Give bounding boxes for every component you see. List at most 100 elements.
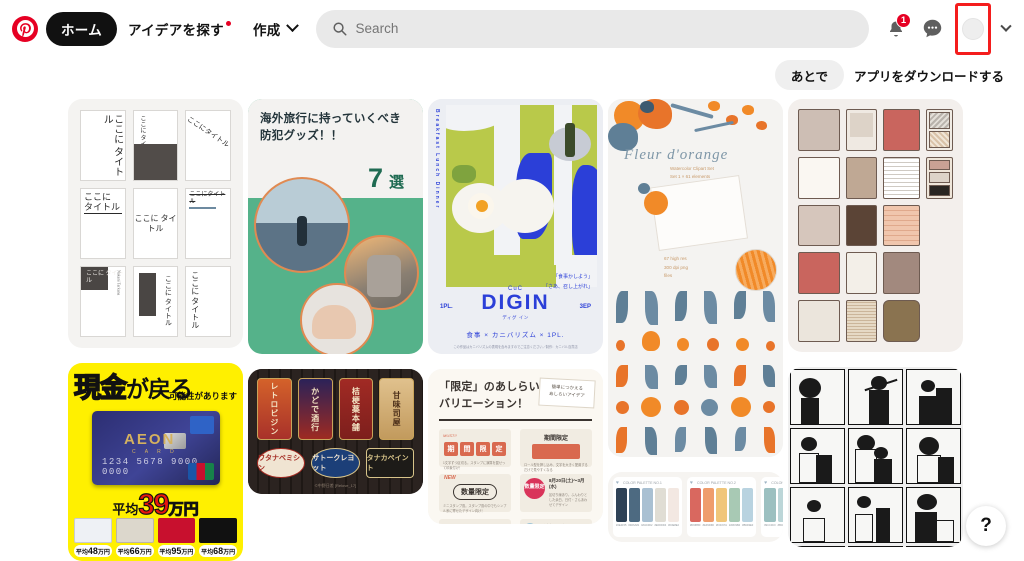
account-avatar-highlight[interactable]: [955, 2, 991, 55]
digin-poster-image: Breakfast Lunch Dinner 「食事かしよう」 「さあ、召し上が…: [428, 99, 603, 354]
manga-panel: [906, 428, 961, 484]
pin-card-paper-notes[interactable]: [788, 99, 963, 352]
limited-item: 期間限定 ロール型を押し込み、文字を大きく配置するだけで見やすくなる: [520, 428, 592, 472]
retro-label: 甘味司屋: [379, 378, 414, 440]
pin-masonry-grid: ここに タイトル ここに タイトル ここにタイトル ここに タイトル ここに タ…: [0, 99, 1024, 561]
travel-count-unit: 選: [388, 174, 405, 191]
nav-create-button[interactable]: 作成: [242, 12, 308, 46]
travel-count-number: 7: [367, 163, 384, 193]
pin-column-4: Fleur d'orange Watercolor Clipart Set Se…: [608, 99, 783, 557]
digin-tagline: 食事 × カニバリズム × 1PL.: [466, 332, 565, 340]
nav-explore-button[interactable]: アイデアを探す: [117, 12, 242, 46]
limited-item: NEW 数量限定 ミニスタンプ風。スタンプ風の中でもシンプル系に寄せたデザイン向…: [439, 473, 511, 513]
retro-oval-label: ワタナベミシン: [257, 448, 306, 478]
retro-label: レトロビジン: [257, 378, 292, 440]
aeon-headline-red: 現金: [73, 372, 128, 404]
aeon-headline: 現金が戻る 可能性があります: [68, 363, 243, 409]
avatar[interactable]: [962, 17, 984, 40]
fleur-subtitle: Watercolor Clipart Set Set 1 × 61 elemen…: [670, 165, 714, 180]
search-input[interactable]: [355, 21, 853, 36]
aeon-card-brand: AEON: [124, 431, 176, 448]
fleur-envelope-mockup: [649, 175, 749, 251]
fleur-color-swatch: [735, 249, 777, 291]
template-title-text: ここに タイトル: [190, 271, 200, 329]
palette-code: #A9C0D2: [641, 524, 653, 527]
mini-card-item: 平均66万円: [115, 518, 154, 557]
mini-card-unit: 万円: [181, 550, 194, 556]
help-icon: ?: [980, 515, 992, 536]
help-button[interactable]: ?: [966, 506, 1006, 546]
mini-card-unit: 万円: [139, 550, 152, 556]
pin-card-retro-labels[interactable]: レトロビジン かどで酒行 桔梗薬本舗 甘味司屋 ワタナベミシン サトークレヨット: [248, 369, 423, 494]
pin-card-manga-panels[interactable]: [788, 367, 963, 547]
travel-security-image: 海外旅行に持っていくべき 防犯グッズ！！ 7選: [248, 99, 423, 354]
aeon-average-unit: 万円: [168, 501, 199, 519]
aeon-card-word: C A R D: [132, 449, 178, 455]
limited-item: GREAT! 季節限定 季節感ある色づかいにして: [439, 518, 511, 524]
fleur-meta-line2: 300 dpi png: [664, 264, 689, 270]
palette-code: #2E4155: [616, 524, 627, 527]
palette-code: #9CC0C0: [764, 524, 776, 527]
pin-column-1: ここに タイトル ここに タイトル ここにタイトル ここに タイトル ここに タ…: [68, 99, 243, 561]
limited-date: 8月20日(土)〜3月(水): [549, 477, 585, 489]
manga-panel: [790, 369, 845, 425]
template-title-text: ここに タイトル: [84, 192, 122, 214]
fleur-title: Fleur d'orange: [624, 147, 729, 163]
notifications-button[interactable]: 1: [879, 12, 913, 46]
mini-card-prefix: 平均: [159, 550, 172, 556]
limited-item: 数量限定 8月20日(土)〜3月(水) 区切り線あり。ふんわりとした余白、日付・…: [520, 473, 592, 512]
account-chevron-down-icon[interactable]: [1000, 20, 1012, 32]
manga-panel: [848, 369, 903, 425]
nav-create-label: 作成: [252, 22, 281, 38]
palette-code: #F0C67A: [716, 524, 728, 527]
manga-panel: [848, 546, 903, 547]
mini-card-item: 平均48万円: [74, 518, 112, 557]
top-navigation-bar: ホーム アイデアを探す 作成 1: [0, 0, 1024, 57]
download-app-link[interactable]: アプリをダウンロードする: [854, 66, 1008, 85]
travel-title-line1: 海外旅行に持っていくべき: [260, 113, 402, 125]
messages-button[interactable]: [915, 12, 949, 46]
pin-card-travel-security[interactable]: 海外旅行に持っていくべき 防犯グッズ！！ 7選: [248, 99, 423, 354]
travel-photo-keys: [300, 283, 374, 354]
jcb-logo-icon: [188, 463, 214, 480]
search-bar[interactable]: [315, 9, 869, 48]
pin-card-digin-poster[interactable]: Breakfast Lunch Dinner 「食事かしよう」 「さあ、召し上が…: [428, 99, 603, 354]
retro-label: かどで酒行: [297, 378, 333, 440]
manga-panel: [790, 428, 845, 484]
nav-home-button[interactable]: ホーム: [46, 11, 117, 46]
pin-card-aeon-cashback[interactable]: 現金が戻る 可能性があります AEON C A R D 1234 5678 90…: [68, 363, 243, 561]
limited-label: 数量限定: [453, 483, 497, 500]
palette-code: #A8C9B4: [729, 524, 741, 527]
retro-labels-image: レトロビジン かどで酒行 桔梗薬本舗 甘味司屋 ワタナベミシン サトークレヨット: [248, 369, 423, 494]
manga-panels-image: [788, 367, 963, 547]
mini-card-item: 平均68万円: [199, 518, 237, 557]
manga-panel: [848, 487, 903, 543]
template-title-text: ここにタイトル: [189, 192, 226, 205]
digin-brand-sub: ディグ イン: [502, 315, 529, 321]
digin-fine-print: この作品はカニバリズムの表現を含みますのでご注意ください／制作：カニバル百貨店: [453, 345, 578, 350]
aeon-credit-card: AEON C A R D 1234 5678 9000 0000: [92, 411, 220, 485]
pin-card-fleur-dorange[interactable]: Fleur d'orange Watercolor Clipart Set Se…: [608, 99, 783, 457]
pin-column-5: [788, 99, 963, 561]
travel-photo-mountain: [254, 177, 350, 273]
retro-oval-label: サトークレヨット: [311, 448, 360, 478]
pin-card-title-templates[interactable]: ここに タイトル ここに タイトル ここにタイトル ここに タイトル ここに タ…: [68, 99, 243, 348]
palette-title: COLOR PALETTE NO.2: [696, 481, 736, 485]
retro-label-text: 甘味司屋: [392, 391, 402, 427]
pin-card-color-palettes[interactable]: COLOR PALETTE NO.1 #2E4155 #4D6A81 #A9C0…: [608, 472, 783, 542]
limited-item: MUST!! 期間限定 1文字ずつ区切る。スタンプに演算を載せって印象付け！: [439, 428, 511, 470]
pinterest-logo-icon[interactable]: [12, 15, 38, 42]
retro-credit-text: ©中野日差 [Relove_17]: [314, 483, 357, 488]
mini-card-unit: 万円: [97, 550, 110, 556]
palette-card: COLOR PALETTE NO.2 #D9685F #EF9D6D #F0C6…: [686, 477, 757, 537]
limited-caption: 1文字ずつ区切る。スタンプに演算を載せって印象付け！: [443, 460, 506, 470]
digin-brand: DIGIN: [481, 291, 550, 315]
later-label: あとで: [790, 69, 828, 84]
palette-code: #D9685F: [689, 524, 701, 527]
pin-column-2: 海外旅行に持っていくべき 防犯グッズ！！ 7選 レトロビジン かどで酒行 桔梗薬…: [248, 99, 423, 509]
palette-code: #F3E8E2: [668, 524, 679, 527]
limited-note-line2: あしらいアイデア: [548, 391, 585, 399]
later-button[interactable]: あとで: [774, 60, 844, 90]
mini-card-prefix: 平均: [75, 550, 88, 556]
pin-card-limited-variations[interactable]: 「限定」のあしらい バリエーション！ 簡単につかえる あしらいアイデア MUST…: [428, 369, 603, 524]
